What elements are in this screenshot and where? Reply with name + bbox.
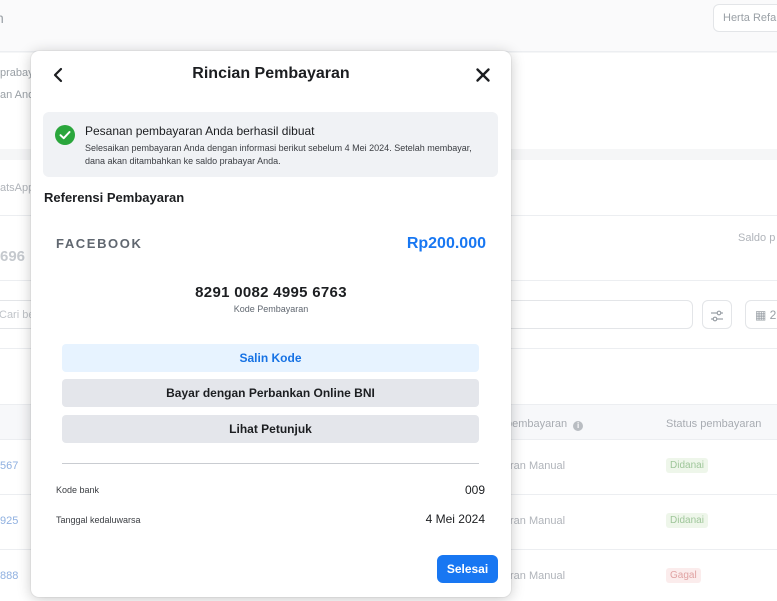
nav-title-fragment: n (0, 10, 4, 26)
date-range-button[interactable]: ▦ 2 (745, 300, 777, 329)
alert-title: Pesanan pembayaran Anda berhasil dibuat (85, 124, 315, 138)
payment-details-dialog: Rincian Pembayaran Pesanan pembayaran An… (31, 51, 511, 597)
close-icon (476, 68, 490, 82)
copy-code-button[interactable]: Salin Kode (62, 344, 479, 372)
info-icon[interactable]: i (573, 421, 584, 431)
sliders-icon (711, 310, 723, 321)
payment-method-cell: ran Manual (510, 515, 566, 527)
account-button[interactable]: Herta Refa (713, 4, 777, 32)
close-button[interactable] (473, 65, 493, 85)
facebook-logo: FACEBOOK (56, 236, 143, 251)
status-badge: Didanai (666, 513, 708, 528)
payment-amount: Rp200.000 (406, 235, 486, 252)
balance-label: Saldo p (738, 232, 776, 244)
filter-button[interactable] (702, 300, 732, 329)
payment-reference-heading: Referensi Pembayaran (44, 190, 185, 205)
whatsapp-label: atsApp (0, 182, 35, 194)
status-badge: Gagal (666, 568, 701, 583)
dialog-title: Rincian Pembayaran (192, 65, 350, 82)
transaction-id-link[interactable]: 567 (0, 460, 18, 472)
bank-code-value: 009 (464, 483, 485, 497)
view-instructions-button[interactable]: Lihat Petunjuk (62, 415, 479, 443)
payment-code: 8291 0082 4995 6763 (195, 284, 347, 301)
payment-method-cell: ran Manual (510, 570, 566, 582)
expiry-date-value: 4 Mei 2024 (425, 512, 485, 526)
pay-online-banking-button[interactable]: Bayar dengan Perbankan Online BNI (62, 379, 479, 407)
done-button[interactable]: Selesai (437, 555, 498, 583)
payment-code-label: Kode Pembayaran (233, 304, 309, 314)
expiry-date-label: Tanggal kedaluwarsa (56, 515, 141, 525)
top-bar: n Herta Refa (0, 0, 777, 52)
transaction-id-link[interactable]: 888 (0, 570, 18, 582)
search-placeholder: Cari be (0, 309, 35, 321)
alert-message: Selesaikan pembayaran Anda dengan inform… (85, 143, 472, 166)
success-alert: Pesanan pembayaran Anda berhasil dibuat … (43, 112, 498, 177)
balance-number: 696 (0, 248, 26, 265)
column-header-payment-status: Status pembayaran (666, 418, 762, 430)
divider (62, 463, 479, 464)
bank-code-label: Kode bank (56, 485, 100, 495)
payment-method-cell: ran Manual (510, 460, 566, 472)
column-header-payment-method: pembayaran i (506, 418, 584, 431)
transaction-id-link[interactable]: 925 (0, 515, 18, 527)
check-circle-icon (55, 125, 75, 145)
status-badge: Didanai (666, 458, 708, 473)
